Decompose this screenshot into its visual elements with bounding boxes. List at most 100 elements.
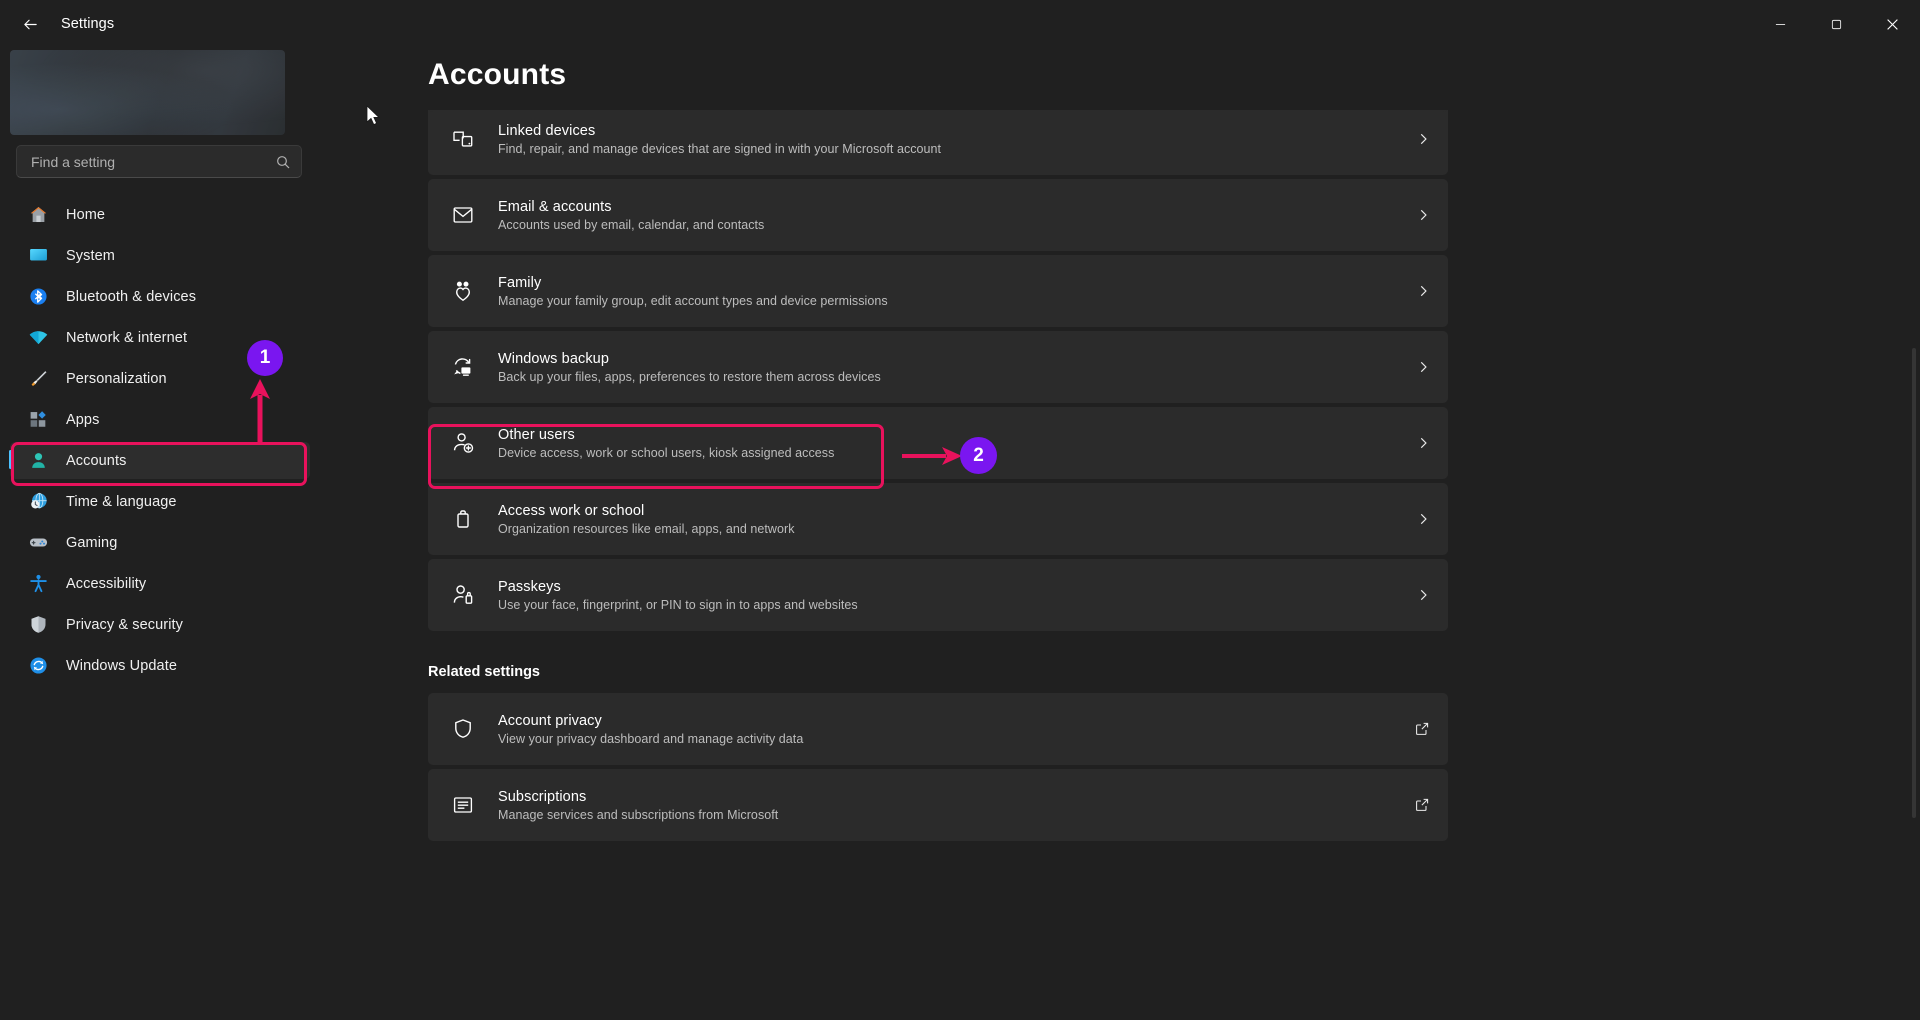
maximize-button[interactable]	[1808, 0, 1864, 48]
sidebar-item-windows-update[interactable]: Windows Update	[10, 647, 310, 684]
sidebar-item-label: Personalization	[66, 370, 167, 387]
mail-icon	[450, 202, 476, 228]
sidebar-item-home[interactable]: Home	[10, 196, 310, 233]
related-subscriptions[interactable]: Subscriptions Manage services and subscr…	[428, 769, 1448, 841]
close-icon	[1886, 18, 1898, 30]
chevron-right-icon	[1420, 209, 1427, 221]
setting-windows-backup[interactable]: Windows backup Back up your files, apps,…	[428, 331, 1448, 403]
accessibility-icon	[27, 573, 49, 595]
setting-title: Other users	[498, 426, 575, 443]
shield-outline-icon	[450, 716, 476, 742]
related-settings-list: Account privacy View your privacy dashbo…	[428, 693, 1448, 845]
external-link-icon	[1416, 722, 1429, 735]
sidebar-item-system[interactable]: System	[10, 237, 310, 274]
wifi-icon	[27, 327, 49, 349]
minimize-icon	[1775, 23, 1785, 25]
mouse-cursor	[366, 105, 381, 126]
sidebar-item-label: Privacy & security	[66, 616, 184, 633]
setting-text: Family Manage your family group, edit ac…	[498, 275, 1416, 308]
scrollbar[interactable]	[1912, 348, 1916, 818]
setting-text: Account privacy View your privacy dashbo…	[498, 713, 1414, 746]
setting-subtitle: Back up your files, apps, preferences to…	[498, 369, 881, 384]
sidebar-item-accounts[interactable]: Accounts	[9, 442, 310, 479]
sidebar-item-time-language[interactable]: Time & language	[10, 483, 310, 520]
setting-subtitle: Manage services and subscriptions from M…	[498, 807, 779, 822]
chevron-right-icon	[1420, 437, 1427, 449]
setting-title: Passkeys	[498, 578, 561, 595]
subscriptions-icon	[450, 792, 476, 818]
setting-title: Family	[498, 274, 542, 291]
back-button[interactable]	[10, 7, 50, 41]
sidebar-item-label: Accounts	[66, 452, 127, 469]
search-icon	[277, 155, 290, 168]
setting-subtitle: Accounts used by email, calendar, and co…	[498, 217, 765, 232]
sidebar-item-apps[interactable]: Apps	[10, 401, 310, 438]
gamepad-icon	[27, 532, 49, 554]
sidebar-item-label: Accessibility	[66, 575, 147, 592]
sidebar-item-accessibility[interactable]: Accessibility	[10, 565, 310, 602]
sidebar-nav: Home System Bluetooth & devices Network …	[9, 196, 310, 688]
paintbrush-icon	[27, 368, 49, 390]
apps-icon	[27, 409, 49, 431]
setting-subtitle: Organization resources like email, apps,…	[498, 521, 795, 536]
account-banner	[10, 50, 285, 135]
shield-icon	[27, 614, 49, 636]
sidebar-item-label: Network & internet	[66, 329, 188, 346]
setting-text: Email & accounts Accounts used by email,…	[498, 199, 1416, 232]
setting-title: Windows backup	[498, 350, 610, 367]
setting-subtitle: Device access, work or school users, kio…	[498, 445, 835, 460]
setting-text: Passkeys Use your face, fingerprint, or …	[498, 579, 1416, 612]
page-title: Accounts	[428, 58, 567, 91]
setting-subtitle: Use your face, fingerprint, or PIN to si…	[498, 597, 858, 612]
passkey-icon	[450, 582, 476, 608]
setting-title: Access work or school	[498, 502, 645, 519]
setting-family[interactable]: Family Manage your family group, edit ac…	[428, 255, 1448, 327]
close-button[interactable]	[1864, 0, 1920, 48]
sidebar-item-label: Bluetooth & devices	[66, 288, 197, 305]
sidebar-item-label: Time & language	[66, 493, 177, 510]
setting-text: Subscriptions Manage services and subscr…	[498, 789, 1414, 822]
annotation-badge-2: 2	[960, 437, 997, 474]
sidebar-item-label: System	[66, 247, 115, 264]
update-icon	[27, 655, 49, 677]
family-heart-icon	[450, 278, 476, 304]
sidebar-item-label: Apps	[66, 411, 100, 428]
sidebar-item-bluetooth[interactable]: Bluetooth & devices	[10, 278, 310, 315]
search-input[interactable]	[31, 153, 275, 170]
briefcase-icon	[450, 506, 476, 532]
chevron-right-icon	[1420, 589, 1427, 601]
setting-title: Email & accounts	[498, 198, 612, 215]
setting-email-accounts[interactable]: Email & accounts Accounts used by email,…	[428, 179, 1448, 251]
setting-text: Linked devices Find, repair, and manage …	[498, 123, 1416, 156]
setting-access-work-school[interactable]: Access work or school Organization resou…	[428, 483, 1448, 555]
add-user-icon	[450, 430, 476, 456]
sidebar-item-privacy-security[interactable]: Privacy & security	[10, 606, 310, 643]
setting-text: Access work or school Organization resou…	[498, 503, 1416, 536]
sidebar-item-gaming[interactable]: Gaming	[10, 524, 310, 561]
main-content: Windows Hello, security key, password, d…	[320, 48, 1920, 1020]
setting-other-users[interactable]: Other users Device access, work or schoo…	[428, 407, 1448, 479]
window-controls	[1752, 0, 1920, 48]
setting-passkeys[interactable]: Passkeys Use your face, fingerprint, or …	[428, 559, 1448, 631]
minimize-button[interactable]	[1752, 0, 1808, 48]
system-icon	[27, 245, 49, 267]
search-box[interactable]	[16, 145, 302, 178]
maximize-icon	[1831, 19, 1841, 29]
chevron-right-icon	[1420, 133, 1427, 145]
bluetooth-icon	[27, 286, 49, 308]
backup-icon	[450, 354, 476, 380]
setting-title: Linked devices	[498, 122, 596, 139]
sidebar: Home System	[0, 48, 320, 1020]
setting-subtitle: Find, repair, and manage devices that ar…	[498, 141, 942, 156]
sidebar-item-label: Home	[66, 206, 106, 223]
settings-window: Settings Find a setting Home System Blue…	[0, 0, 1920, 1020]
setting-subtitle: Manage your family group, edit account t…	[498, 293, 888, 308]
clock-globe-icon	[27, 491, 49, 513]
linked-devices-icon	[450, 126, 476, 152]
person-icon	[27, 450, 49, 472]
window-title: Settings	[61, 16, 115, 32]
setting-linked-devices[interactable]: Linked devices Find, repair, and manage …	[428, 103, 1448, 175]
related-account-privacy[interactable]: Account privacy View your privacy dashbo…	[428, 693, 1448, 765]
external-link-icon	[1416, 798, 1429, 811]
settings-list: Linked devices Find, repair, and manage …	[428, 103, 1448, 635]
